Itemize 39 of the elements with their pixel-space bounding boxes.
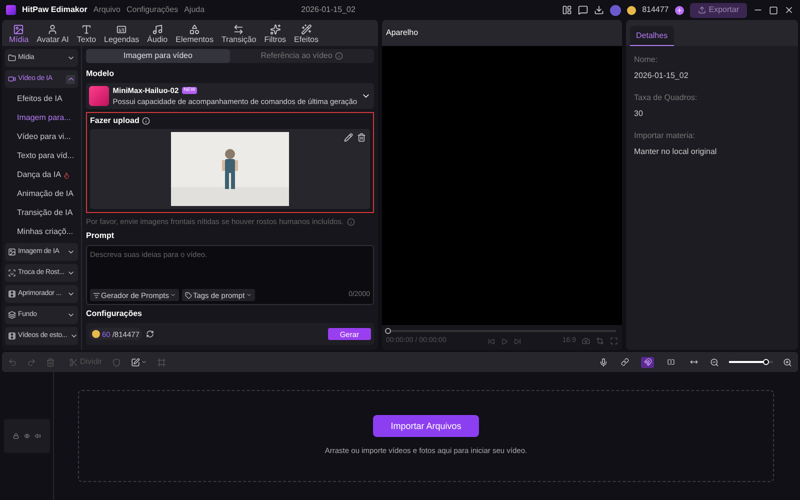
toolbar-tab[interactable]: Transição — [218, 24, 260, 44]
menu-item[interactable]: Ajuda — [184, 4, 205, 16]
menu-item[interactable]: Configurações — [126, 4, 178, 16]
toolbar-tab[interactable]: Texto — [74, 24, 100, 44]
toolbar-tab[interactable]: Avatar AI — [34, 24, 72, 44]
field-label: Importar materia: — [634, 130, 696, 142]
project-title: 2026-01-15_02 — [301, 4, 356, 16]
details-tab[interactable]: Detalhes — [630, 26, 674, 46]
toolbar-tab[interactable]: Efeitos — [291, 24, 322, 44]
sidebar-item[interactable]: Minhas criaçõ... — [5, 224, 78, 240]
sidebar-item[interactable]: Vídeo para vi... — [5, 129, 78, 145]
section-heading: Prompt — [86, 230, 115, 242]
field-value: Manter no local original — [634, 146, 718, 158]
toolbar-tab[interactable]: Legendas — [101, 24, 142, 44]
toolbar-tab[interactable]: Áudio — [144, 24, 171, 44]
coin-balance: 814477 — [642, 4, 669, 16]
sidebar-item[interactable]: Dança da IA — [5, 167, 78, 183]
app-name: HitPaw Edimakor — [22, 4, 88, 16]
section-heading: Modelo — [86, 68, 115, 80]
menu-item[interactable]: Arquivo — [93, 4, 120, 16]
panel-title: Aparelho — [386, 27, 418, 39]
section-heading: Configurações — [86, 308, 144, 320]
sidebar-item[interactable]: Transição de IA — [5, 205, 78, 221]
export-button[interactable]: Exportar — [690, 2, 747, 18]
field-label: Taxa de Quadros: — [634, 92, 698, 104]
toolbar-tab[interactable]: Filtros — [261, 24, 290, 44]
import-button[interactable]: Importar Arquivos — [372, 415, 480, 438]
sidebar-item[interactable]: Animação de IA — [5, 186, 78, 202]
mode-tab[interactable]: Referência ao vídeo — [230, 49, 374, 63]
sidebar-item[interactable]: Texto para víd... — [5, 148, 78, 164]
sidebar-item[interactable]: Imagem para... — [5, 110, 78, 126]
sidebar-item[interactable]: Efeitos de IA — [5, 91, 78, 107]
field-value: 2026-01-15_02 — [634, 70, 690, 82]
field-label: Nome: — [634, 54, 659, 66]
toolbar-tab[interactable]: Elementos — [172, 24, 216, 44]
section-heading: Fazer upload — [90, 115, 140, 127]
field-value: 30 — [634, 108, 644, 120]
toolbar-tab[interactable]: Mídia — [6, 24, 32, 44]
mode-tab[interactable]: Imagem para vídeo — [86, 49, 230, 63]
